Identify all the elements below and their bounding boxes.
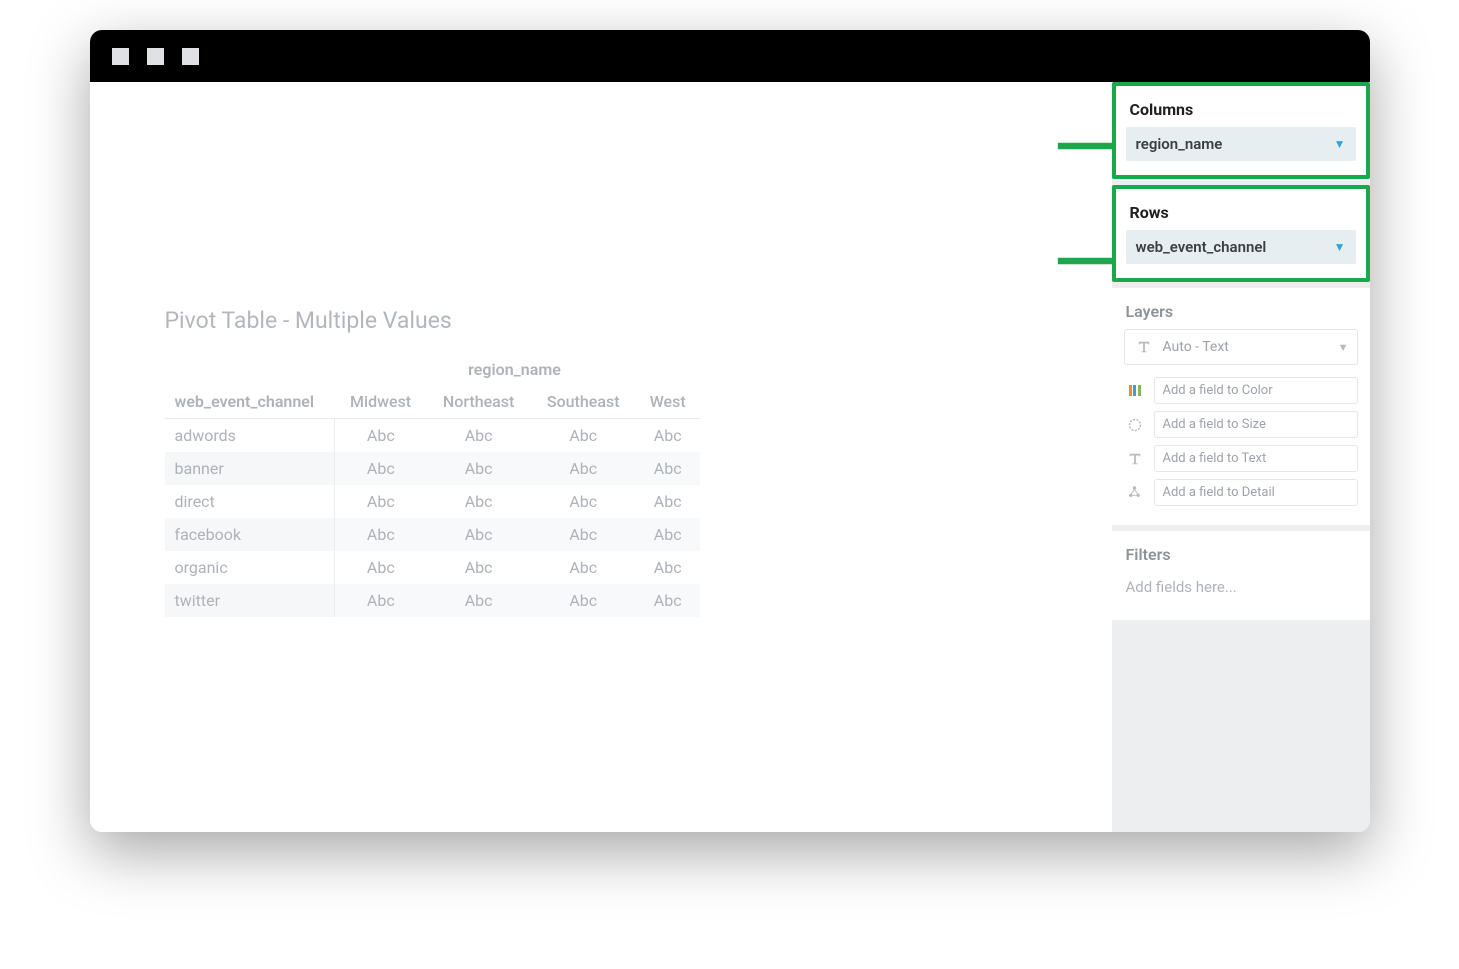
layer-type-select[interactable]: Auto - Text ▼ xyxy=(1124,329,1358,365)
pivot-row: twitterAbcAbcAbcAbc xyxy=(165,584,700,617)
pivot-col-header: West xyxy=(636,385,700,419)
pivot-cell: Abc xyxy=(427,419,531,453)
pivot-row-label: direct xyxy=(165,485,335,518)
pivot-row-label: facebook xyxy=(165,518,335,551)
window-control-1[interactable] xyxy=(112,48,129,65)
pivot-cell: Abc xyxy=(531,419,636,453)
pivot-cell: Abc xyxy=(636,584,700,617)
pivot-row-label: organic xyxy=(165,551,335,584)
panel-spacer xyxy=(1112,626,1370,832)
window-control-3[interactable] xyxy=(182,48,199,65)
layer-color-input[interactable]: Add a field to Color xyxy=(1154,377,1358,404)
pivot-column-group-label: region_name xyxy=(335,354,695,385)
pivot-row-field-label: web_event_channel xyxy=(165,385,335,419)
layer-detail-input[interactable]: Add a field to Detail xyxy=(1154,479,1358,506)
pivot-cell: Abc xyxy=(427,485,531,518)
pivot-cell: Abc xyxy=(335,419,427,453)
pivot-col-header: Northeast xyxy=(427,385,531,419)
pivot-cell: Abc xyxy=(335,452,427,485)
pivot-cell: Abc xyxy=(427,584,531,617)
pivot-cell: Abc xyxy=(531,518,636,551)
filters-placeholder[interactable]: Add fields here... xyxy=(1122,572,1360,606)
pivot-body: adwordsAbcAbcAbcAbcbannerAbcAbcAbcAbcdir… xyxy=(165,419,700,618)
pivot-cell: Abc xyxy=(636,419,700,453)
pivot-cell: Abc xyxy=(636,452,700,485)
columns-shelf-label: Columns xyxy=(1126,96,1356,127)
pivot-cell: Abc xyxy=(427,452,531,485)
pivot-row: bannerAbcAbcAbcAbc xyxy=(165,452,700,485)
pivot-cell: Abc xyxy=(636,551,700,584)
pivot-row-label: banner xyxy=(165,452,335,485)
rows-pill[interactable]: web_event_channel ▼ xyxy=(1126,230,1356,264)
pivot-col-header: Midwest xyxy=(335,385,427,419)
titlebar xyxy=(90,30,1370,82)
filters-shelf[interactable]: Filters Add fields here... xyxy=(1112,531,1370,620)
window-control-2[interactable] xyxy=(147,48,164,65)
pivot-cell: Abc xyxy=(335,485,427,518)
rows-shelf[interactable]: Rows web_event_channel ▼ xyxy=(1112,185,1370,282)
text-icon xyxy=(1124,448,1146,470)
pivot-cell: Abc xyxy=(335,584,427,617)
pivot-row: facebookAbcAbcAbcAbc xyxy=(165,518,700,551)
pivot-cell: Abc xyxy=(636,518,700,551)
pivot-col-header: Southeast xyxy=(531,385,636,419)
pivot-row: adwordsAbcAbcAbcAbc xyxy=(165,419,700,453)
color-icon xyxy=(1124,380,1146,402)
pivot-row-label: adwords xyxy=(165,419,335,453)
caret-down-icon: ▼ xyxy=(1334,240,1346,254)
layer-text-input[interactable]: Add a field to Text xyxy=(1154,445,1358,472)
layer-detail-row: Add a field to Detail xyxy=(1122,477,1360,508)
pivot-cell: Abc xyxy=(636,485,700,518)
main-canvas: Pivot Table - Multiple Values region_nam… xyxy=(90,82,1112,832)
layer-type-value: Auto - Text xyxy=(1163,339,1229,355)
workspace: Pivot Table - Multiple Values region_nam… xyxy=(90,82,1370,832)
columns-shelf[interactable]: Columns region_name ▼ xyxy=(1112,82,1370,179)
layer-color-row: Add a field to Color xyxy=(1122,375,1360,406)
pivot-table: region_name web_event_channel Midwest No… xyxy=(165,354,1047,617)
columns-pill-text: region_name xyxy=(1136,135,1223,153)
detail-icon xyxy=(1124,482,1146,504)
pivot-row-label: twitter xyxy=(165,584,335,617)
pivot-cell: Abc xyxy=(531,452,636,485)
app-window: Pivot Table - Multiple Values region_nam… xyxy=(90,30,1370,832)
layer-text-row: Add a field to Text xyxy=(1122,443,1360,474)
pivot-cell: Abc xyxy=(427,551,531,584)
pivot-cell: Abc xyxy=(531,551,636,584)
layers-shelf-label: Layers xyxy=(1122,298,1360,329)
pivot-cell: Abc xyxy=(531,485,636,518)
chart-title: Pivot Table - Multiple Values xyxy=(165,307,1047,334)
pivot-cell: Abc xyxy=(531,584,636,617)
columns-pill[interactable]: region_name ▼ xyxy=(1126,127,1356,161)
pivot-cell: Abc xyxy=(335,551,427,584)
rows-shelf-label: Rows xyxy=(1126,199,1356,230)
pivot-row: directAbcAbcAbcAbc xyxy=(165,485,700,518)
rows-pill-text: web_event_channel xyxy=(1136,238,1267,256)
caret-down-icon: ▼ xyxy=(1338,341,1349,354)
layers-shelf: Layers Auto - Text ▼ Add a field to Colo… xyxy=(1112,288,1370,525)
caret-down-icon: ▼ xyxy=(1334,137,1346,151)
size-icon xyxy=(1124,414,1146,436)
filters-shelf-label: Filters xyxy=(1122,541,1360,572)
layer-size-input[interactable]: Add a field to Size xyxy=(1154,411,1358,438)
pivot-cell: Abc xyxy=(427,518,531,551)
pivot-row: organicAbcAbcAbcAbc xyxy=(165,551,700,584)
text-icon xyxy=(1133,336,1155,358)
layer-size-row: Add a field to Size xyxy=(1122,409,1360,440)
config-panel: Columns region_name ▼ Rows web_event_cha… xyxy=(1112,82,1370,832)
pivot-cell: Abc xyxy=(335,518,427,551)
